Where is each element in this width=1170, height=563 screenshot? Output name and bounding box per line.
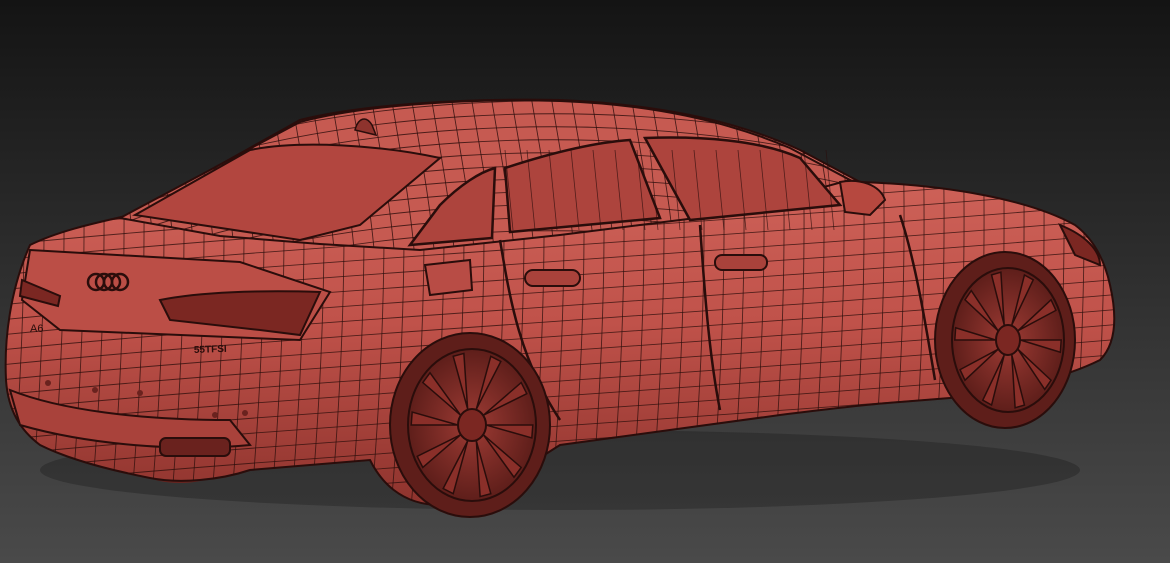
model-badge: A6: [30, 323, 43, 335]
exhaust-tip: [159, 437, 231, 457]
car-wireframe-render: A6 55TFSI: [0, 0, 1170, 563]
fuel-flap: [423, 258, 474, 297]
3d-viewport[interactable]: A6 55TFSI: [0, 0, 1170, 563]
rear-door-handle: [524, 269, 581, 287]
front-right-wheel: [934, 251, 1076, 429]
rear-right-wheel: [389, 332, 551, 518]
engine-badge: 55TFSI: [194, 344, 227, 356]
front-door-handle: [714, 254, 768, 271]
